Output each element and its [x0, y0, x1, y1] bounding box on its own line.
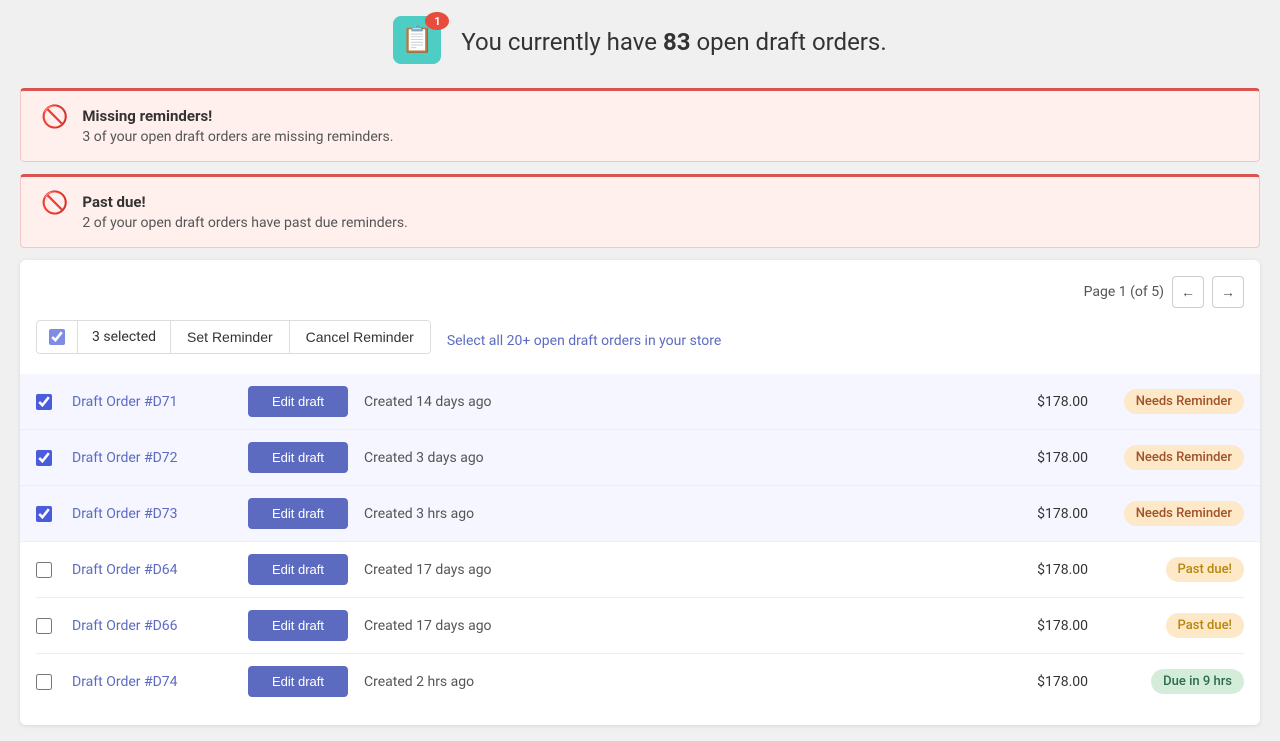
pagination: Page 1 (of 5) ← →: [1084, 276, 1244, 308]
row-checkbox[interactable]: [36, 394, 56, 410]
status-badge: Past due!: [1104, 613, 1244, 638]
edit-draft-button[interactable]: Edit draft: [248, 610, 348, 641]
order-name-link[interactable]: Draft Order #D64: [72, 562, 232, 578]
created-text: Created 2 hrs ago: [364, 674, 972, 690]
row-checkbox[interactable]: [36, 562, 56, 578]
row-select-checkbox[interactable]: [36, 562, 52, 578]
pagination-prev-button[interactable]: ←: [1172, 276, 1204, 308]
alert-pastdue-desc: 2 of your open draft orders have past du…: [82, 215, 407, 231]
title-suffix: open draft orders.: [690, 28, 886, 56]
status-badge: Due in 9 hrs: [1104, 669, 1244, 694]
alert-missing-title: Missing reminders!: [82, 107, 393, 125]
row-select-checkbox[interactable]: [36, 394, 52, 410]
edit-draft-button[interactable]: Edit draft: [248, 554, 348, 585]
select-all-link[interactable]: Select all 20+ open draft orders in your…: [447, 333, 721, 349]
order-price: $178.00: [988, 562, 1088, 578]
row-select-checkbox[interactable]: [36, 506, 52, 522]
row-select-checkbox[interactable]: [36, 450, 52, 466]
pagination-next-button[interactable]: →: [1212, 276, 1244, 308]
table-row: Draft Order #D73 Edit draft Created 3 hr…: [20, 486, 1260, 542]
row-checkbox[interactable]: [36, 450, 56, 466]
bulk-selected-count: 3 selected: [78, 321, 171, 353]
created-text: Created 17 days ago: [364, 618, 972, 634]
created-text: Created 3 hrs ago: [364, 506, 972, 522]
order-name-link[interactable]: Draft Order #D66: [72, 618, 232, 634]
row-checkbox[interactable]: [36, 618, 56, 634]
status-badge-label: Due in 9 hrs: [1151, 669, 1244, 694]
status-badge-label: Needs Reminder: [1124, 445, 1244, 470]
status-badge: Needs Reminder: [1104, 445, 1244, 470]
created-text: Created 17 days ago: [364, 562, 972, 578]
alert-missing-content: Missing reminders! 3 of your open draft …: [82, 107, 393, 145]
row-select-checkbox[interactable]: [36, 618, 52, 634]
alert-pastdue-content: Past due! 2 of your open draft orders ha…: [82, 193, 407, 231]
created-text: Created 14 days ago: [364, 394, 972, 410]
status-badge: Needs Reminder: [1104, 389, 1244, 414]
page-header: 📋 1 You currently have 83 open draft ord…: [20, 16, 1260, 68]
status-badge: Needs Reminder: [1104, 501, 1244, 526]
order-price: $178.00: [988, 506, 1088, 522]
table-row: Draft Order #D64 Edit draft Created 17 d…: [36, 542, 1244, 598]
row-checkbox[interactable]: [36, 506, 56, 522]
table-row: Draft Order #D72 Edit draft Created 3 da…: [20, 430, 1260, 486]
cancel-reminder-button[interactable]: Cancel Reminder: [290, 321, 430, 353]
table-row: Draft Order #D66 Edit draft Created 17 d…: [36, 598, 1244, 654]
alert-missing-icon: 🚫: [41, 107, 68, 129]
order-price: $178.00: [988, 674, 1088, 690]
table-row: Draft Order #D71 Edit draft Created 14 d…: [20, 374, 1260, 430]
table-row: Draft Order #D74 Edit draft Created 2 hr…: [36, 654, 1244, 709]
alert-pastdue-title: Past due!: [82, 193, 407, 211]
title-prefix: You currently have: [461, 28, 663, 56]
page-title: You currently have 83 open draft orders.: [461, 28, 886, 56]
created-text: Created 3 days ago: [364, 450, 972, 466]
edit-draft-button[interactable]: Edit draft: [248, 498, 348, 529]
edit-draft-button[interactable]: Edit draft: [248, 666, 348, 697]
bulk-select-checkbox[interactable]: [49, 329, 65, 345]
alert-past-due: 🚫 Past due! 2 of your open draft orders …: [20, 174, 1260, 248]
bulk-checkbox-area[interactable]: [37, 321, 78, 353]
status-badge: Past due!: [1104, 557, 1244, 582]
status-badge-label: Needs Reminder: [1124, 501, 1244, 526]
row-select-checkbox[interactable]: [36, 674, 52, 690]
alert-pastdue-icon: 🚫: [41, 193, 68, 215]
bulk-actions-bar: 3 selected Set Reminder Cancel Reminder: [36, 320, 431, 354]
status-badge-label: Past due!: [1166, 557, 1244, 582]
order-price: $178.00: [988, 450, 1088, 466]
alert-missing-reminders: 🚫 Missing reminders! 3 of your open draf…: [20, 88, 1260, 162]
bulk-actions-row: 3 selected Set Reminder Cancel Reminder …: [36, 320, 1244, 362]
app-icon: 📋 1: [393, 16, 445, 68]
alert-missing-desc: 3 of your open draft orders are missing …: [82, 129, 393, 145]
table-pagination-header: Page 1 (of 5) ← →: [36, 276, 1244, 308]
pagination-text: Page 1 (of 5): [1084, 284, 1164, 300]
edit-draft-button[interactable]: Edit draft: [248, 442, 348, 473]
orders-table-section: Page 1 (of 5) ← → 3 selected Set Reminde…: [20, 260, 1260, 725]
order-count: 83: [663, 28, 691, 56]
set-reminder-button[interactable]: Set Reminder: [171, 321, 290, 353]
order-name-link[interactable]: Draft Order #D73: [72, 506, 232, 522]
order-name-link[interactable]: Draft Order #D74: [72, 674, 232, 690]
order-name-link[interactable]: Draft Order #D72: [72, 450, 232, 466]
row-checkbox[interactable]: [36, 674, 56, 690]
status-badge-label: Past due!: [1166, 613, 1244, 638]
order-price: $178.00: [988, 618, 1088, 634]
order-name-link[interactable]: Draft Order #D71: [72, 394, 232, 410]
status-badge-label: Needs Reminder: [1124, 389, 1244, 414]
icon-badge: 1: [425, 12, 449, 30]
edit-draft-button[interactable]: Edit draft: [248, 386, 348, 417]
order-price: $178.00: [988, 394, 1088, 410]
orders-list: Draft Order #D71 Edit draft Created 14 d…: [36, 374, 1244, 709]
